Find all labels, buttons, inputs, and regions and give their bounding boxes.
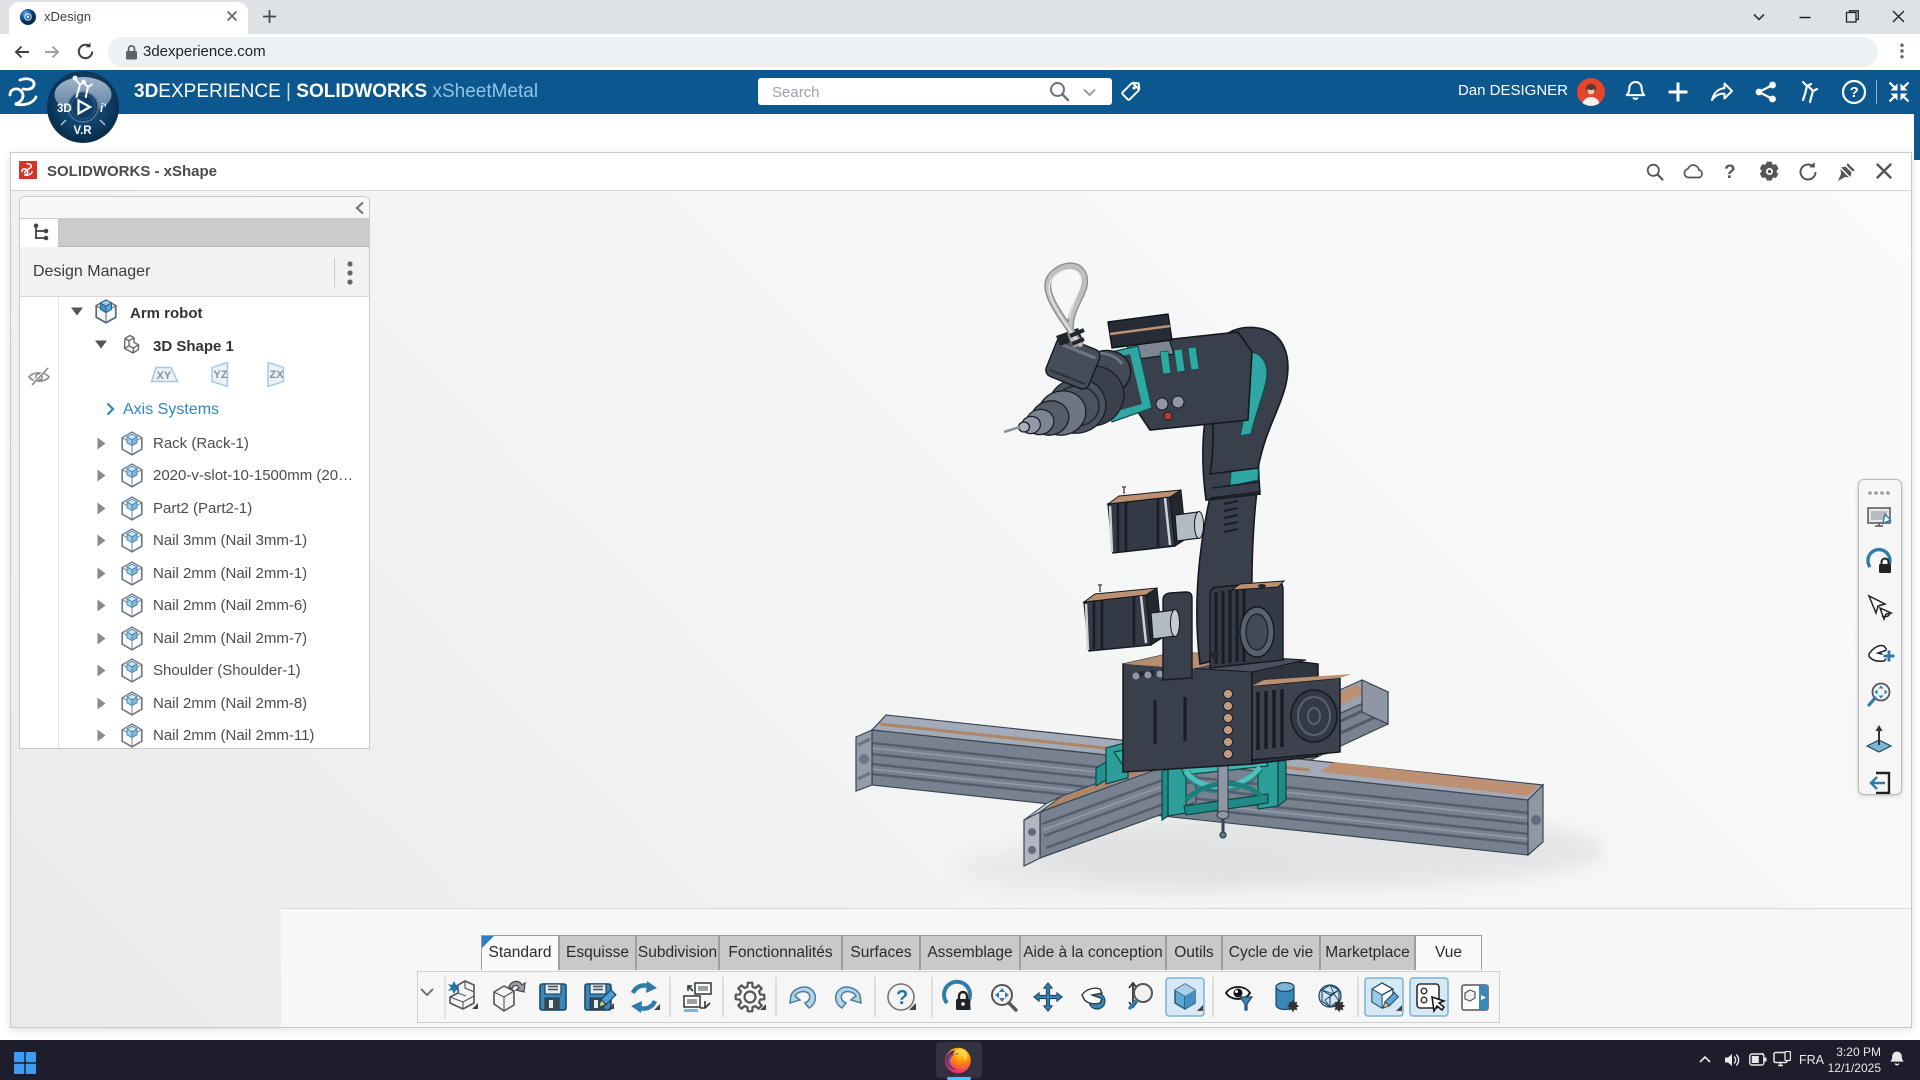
svg-text:?: ? <box>896 987 908 1009</box>
svg-text:ZX: ZX <box>270 369 285 381</box>
svg-text:XY: XY <box>157 370 172 382</box>
svg-text:?: ? <box>1850 84 1859 101</box>
svg-text:V.R: V.R <box>74 125 93 137</box>
svg-text:YZ: YZ <box>214 369 228 381</box>
svg-text:3D: 3D <box>57 103 72 115</box>
svg-text:?: ? <box>1724 162 1736 183</box>
